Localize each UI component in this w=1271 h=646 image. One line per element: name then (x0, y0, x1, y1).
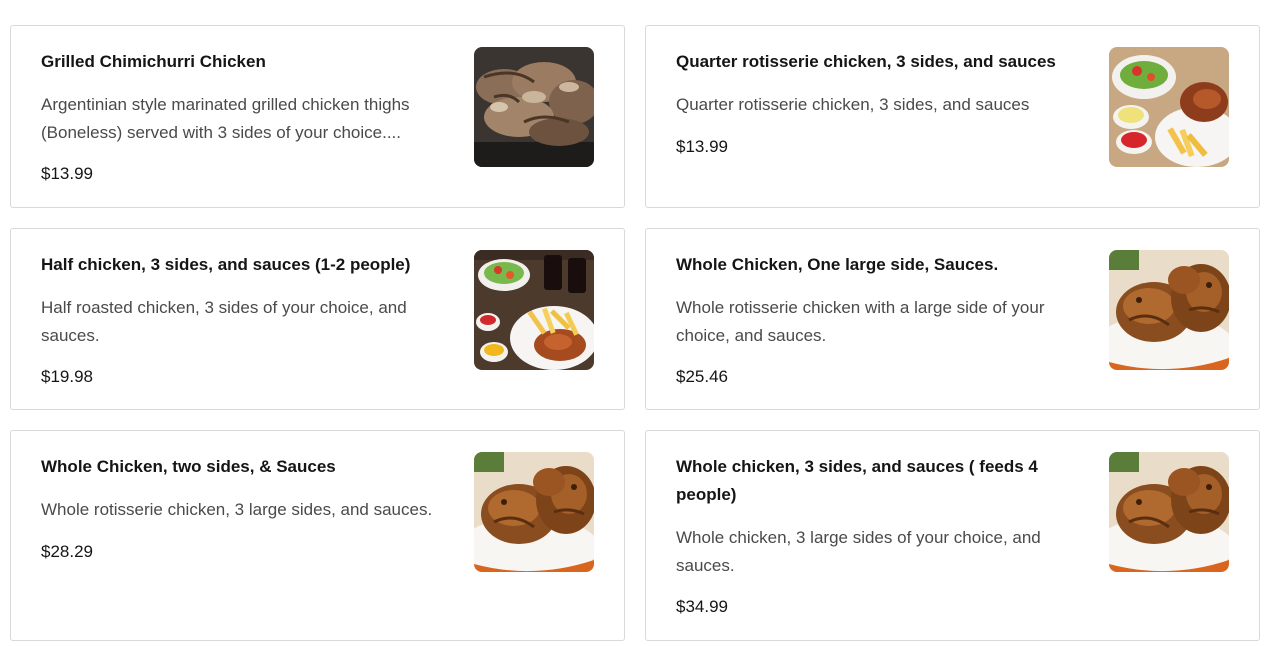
quarter-chicken-plate-photo (1109, 47, 1229, 167)
menu-item-text: Half chicken, 3 sides, and sauces (1-2 p… (41, 251, 453, 391)
menu-item-card[interactable]: Half chicken, 3 sides, and sauces (1-2 p… (10, 228, 625, 410)
menu-item-description: Whole chicken, 3 large sides of your cho… (676, 528, 1041, 575)
half-chicken-plate-photo (474, 250, 594, 370)
menu-item-description: Whole rotisserie chicken, 3 large sides,… (41, 500, 433, 519)
menu-item-name: Half chicken, 3 sides, and sauces (1-2 p… (41, 255, 411, 274)
whole-chicken-photo (1109, 250, 1229, 370)
menu-item-text: Quarter rotisserie chicken, 3 sides, and… (676, 48, 1088, 161)
menu-item-text: Whole chicken, 3 sides, and sauces ( fee… (676, 453, 1088, 621)
menu-item-price: $13.99 (676, 136, 728, 156)
menu-item-description: Argentinian style marinated grilled chic… (41, 95, 410, 142)
menu-item-name: Whole chicken, 3 sides, and sauces ( fee… (676, 457, 1038, 504)
menu-item-name: Quarter rotisserie chicken, 3 sides, and… (676, 52, 1056, 71)
menu-item-text: Whole Chicken, One large side, Sauces. W… (676, 251, 1088, 391)
menu-item-name: Whole Chicken, One large side, Sauces. (676, 255, 999, 274)
menu-item-price: $34.99 (676, 597, 728, 616)
menu-item-description: Half roasted chicken, 3 sides of your ch… (41, 298, 407, 345)
grilled-chicken-thighs-photo (474, 47, 594, 167)
menu-item-text: Whole Chicken, two sides, & Sauces Whole… (41, 453, 453, 566)
menu-item-card[interactable]: Whole Chicken, One large side, Sauces. W… (645, 228, 1260, 410)
whole-chicken-photo (1109, 452, 1229, 572)
whole-chicken-photo (474, 452, 594, 572)
menu-item-price: $13.99 (41, 164, 93, 183)
menu-item-card[interactable]: Quarter rotisserie chicken, 3 sides, and… (645, 25, 1260, 208)
menu-item-card[interactable]: Whole Chicken, two sides, & Sauces Whole… (10, 430, 625, 641)
menu-item-text: Grilled Chimichurri Chicken Argentinian … (41, 48, 453, 188)
menu-item-description: Whole rotisserie chicken with a large si… (676, 298, 1045, 345)
menu-item-name: Grilled Chimichurri Chicken (41, 52, 266, 71)
menu-item-price: $19.98 (41, 367, 93, 386)
menu-item-name: Whole Chicken, two sides, & Sauces (41, 457, 336, 476)
menu-item-card[interactable]: Whole chicken, 3 sides, and sauces ( fee… (645, 430, 1260, 641)
menu-item-description: Quarter rotisserie chicken, 3 sides, and… (676, 95, 1030, 114)
menu-item-price: $25.46 (676, 367, 728, 386)
menu-item-card[interactable]: Grilled Chimichurri Chicken Argentinian … (10, 25, 625, 208)
menu-item-price: $28.29 (41, 541, 93, 561)
